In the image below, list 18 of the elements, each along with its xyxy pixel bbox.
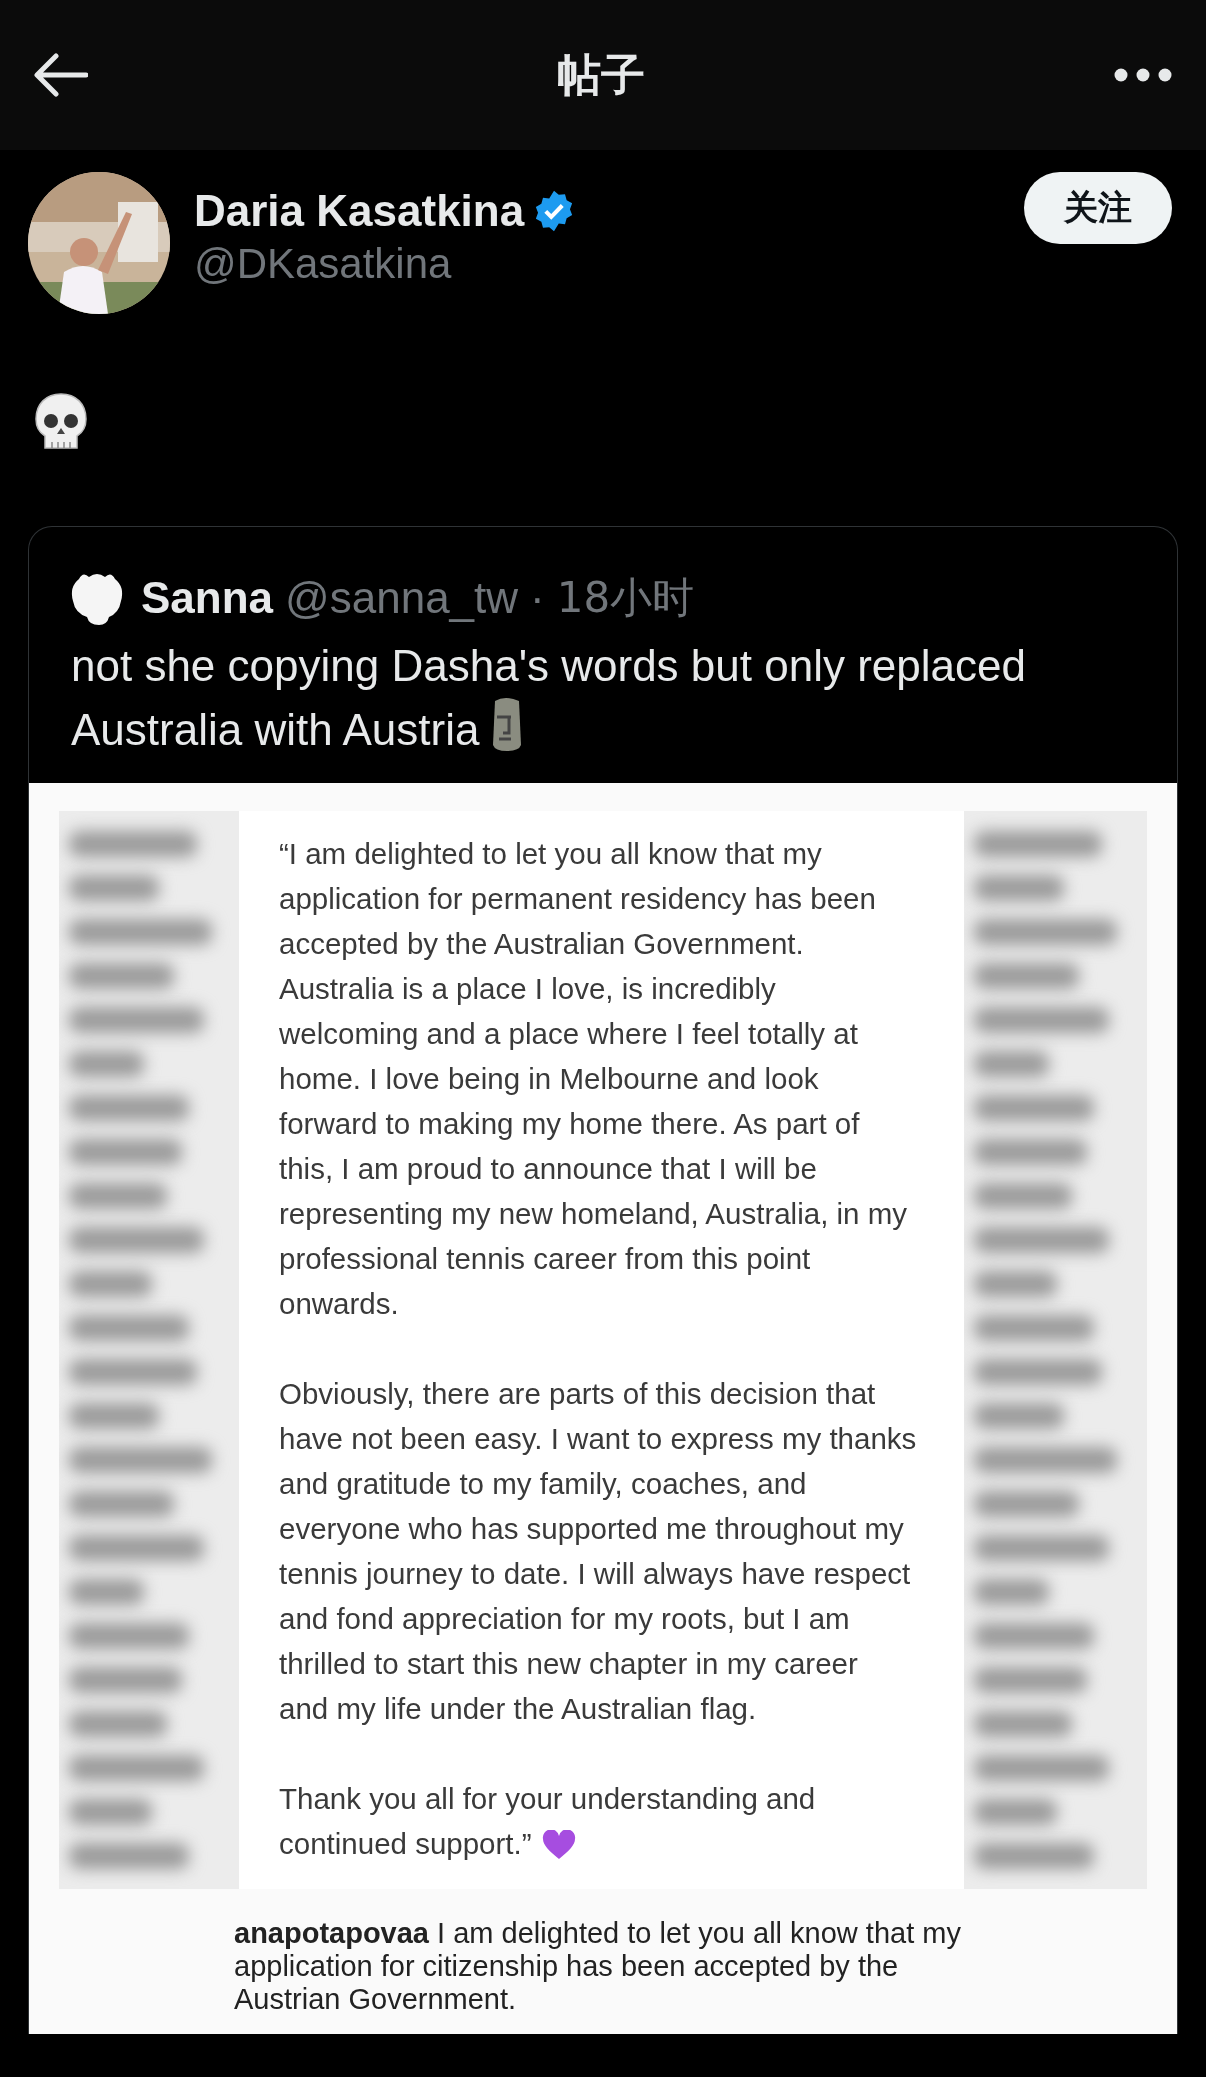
heart-icon (541, 1830, 576, 1860)
separator-dot: · (530, 573, 545, 623)
quoted-author-name[interactable]: Sanna (141, 573, 274, 623)
caption-text: anapotapovaa I am delighted to let you all know that my application for citizenship has been accepted by the Austrian Government. (233, 1916, 962, 2017)
quoted-author-handle: @sanna_tw (285, 573, 519, 623)
document-paragraph: Thank you all for your understanding and continued support.” (279, 1781, 817, 1862)
follow-button[interactable]: 关注 (1024, 172, 1172, 244)
author-handle: @DKasatkina (194, 240, 453, 288)
author-name[interactable]: Daria Kasatkina (194, 186, 525, 236)
skull-icon (34, 392, 88, 452)
document-paragraph: “I am delighted to let you all know that my application for permanent residency has been accepted by the Australian Government. Australia is a place I love, is incredibly welcoming and a place where I feel totally at home. I love being in Melbourne and look forward to making my home there. As part of this, I am proud to announce that I will be representing my new homeland, Australia, in my professional tennis career from this point onwards. (279, 836, 908, 1322)
post-time: 18小时 (556, 572, 695, 624)
more-icon[interactable] (1114, 68, 1172, 82)
page-title: 帖子 (557, 47, 645, 102)
quoted-post-text: not she copying Dasha's words but only replaced (71, 641, 1026, 690)
quoted-post-text: Australia with Austria (71, 705, 480, 754)
back-arrow-icon[interactable] (34, 53, 88, 97)
document-paragraph: Obviously, there are parts of this decision that have not been easy. I want to express my thanks and gratitude to my family, coaches, and everyone who has supported me throughout my tennis journey to date. I will always have respect and fond appreciation for my roots, but I am thrilled to start this new chapter in my career and my life under the Australian flag. (279, 1376, 918, 1727)
